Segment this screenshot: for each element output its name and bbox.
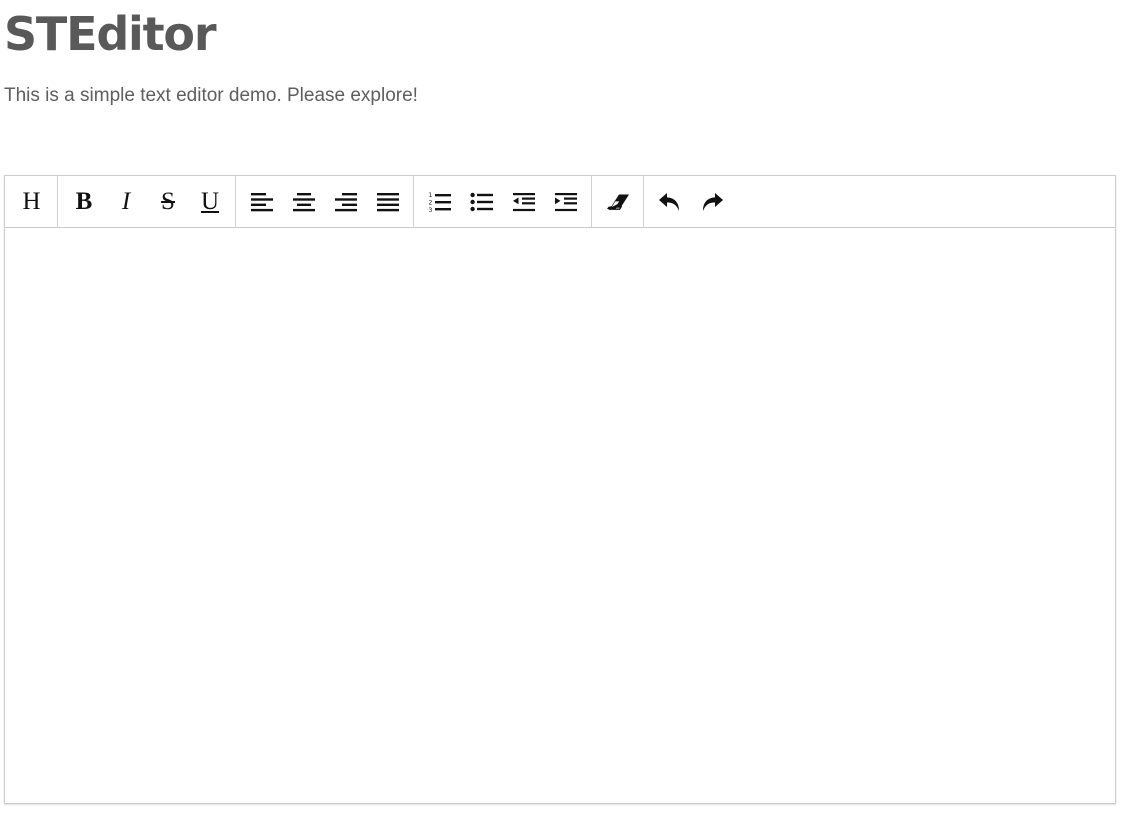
eraser-icon [607, 194, 629, 210]
heading-icon: H [22, 188, 41, 215]
svg-text:3: 3 [429, 207, 433, 213]
outdent-icon [513, 192, 535, 211]
italic-icon: I [121, 188, 131, 215]
redo-icon [702, 192, 723, 211]
indent-button[interactable] [545, 181, 587, 223]
align-left-button[interactable] [241, 181, 283, 223]
page-subtitle: This is a simple text editor demo. Pleas… [4, 85, 418, 106]
underline-icon: U [200, 188, 220, 215]
svg-text:2: 2 [429, 199, 433, 206]
align-right-icon [335, 192, 357, 211]
toolbar-group-history [644, 176, 737, 227]
unordered-list-icon [470, 192, 493, 211]
editor-toolbar: H B I S U 1 2 3 [5, 176, 1115, 228]
page-title: STEditor [4, 7, 217, 61]
underline-button[interactable]: U [189, 181, 231, 223]
heading-button[interactable]: H [10, 181, 53, 223]
bold-button[interactable]: B [63, 181, 105, 223]
indent-icon [555, 192, 577, 211]
clear-format-button[interactable] [597, 181, 639, 223]
toolbar-group-heading: H [5, 176, 58, 227]
undo-icon [659, 192, 680, 211]
bold-icon: B [75, 188, 93, 215]
ordered-list-icon: 1 2 3 [429, 192, 451, 213]
redo-button[interactable] [691, 181, 733, 223]
toolbar-group-text-style: B I S U [58, 176, 236, 227]
align-center-icon [293, 192, 315, 211]
strikethrough-icon: S [161, 188, 175, 215]
unordered-list-button[interactable] [461, 181, 503, 223]
align-right-button[interactable] [325, 181, 367, 223]
align-justify-icon [377, 192, 399, 211]
toolbar-group-clear-format [592, 176, 644, 227]
italic-button[interactable]: I [105, 181, 147, 223]
undo-button[interactable] [649, 181, 691, 223]
toolbar-group-alignment [236, 176, 414, 227]
align-left-icon [251, 192, 273, 211]
outdent-button[interactable] [503, 181, 545, 223]
svg-text:1: 1 [429, 192, 433, 199]
editor-content-area[interactable] [5, 228, 1115, 803]
ordered-list-button[interactable]: 1 2 3 [419, 181, 461, 223]
align-center-button[interactable] [283, 181, 325, 223]
align-justify-button[interactable] [367, 181, 409, 223]
text-editor: H B I S U 1 2 3 [4, 175, 1116, 804]
strikethrough-button[interactable]: S [147, 181, 189, 223]
toolbar-group-lists: 1 2 3 [414, 176, 592, 227]
